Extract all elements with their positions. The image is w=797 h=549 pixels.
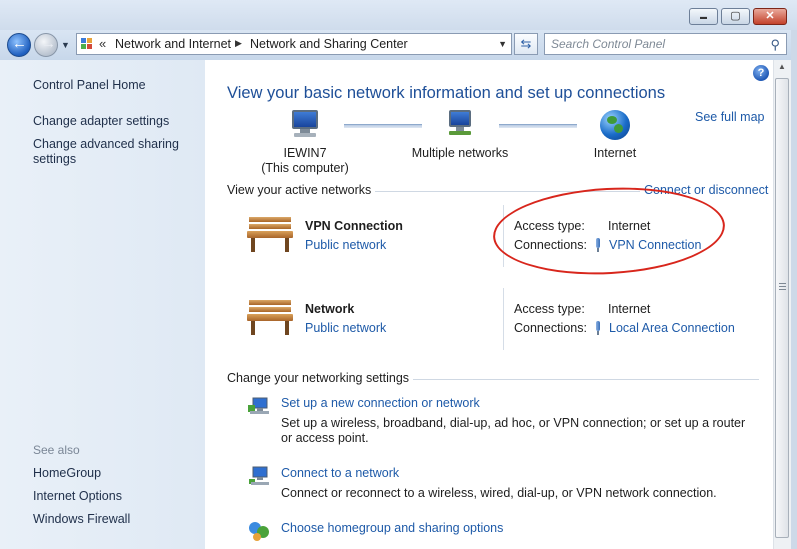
- sidebar-control-panel-home[interactable]: Control Panel Home: [33, 78, 193, 93]
- address-bar[interactable]: « Network and Internet ▶ Network and Sha…: [76, 33, 512, 55]
- title-bar: [0, 0, 797, 30]
- scroll-up-icon[interactable]: ▲: [775, 62, 789, 76]
- new-connection-icon: [248, 397, 269, 414]
- breadcrumb-network-sharing-center[interactable]: Network and Sharing Center: [250, 37, 408, 51]
- multiple-networks-label: Multiple networks: [411, 146, 509, 160]
- minimize-icon: ▬: [700, 14, 707, 21]
- homegroup-sharing-link[interactable]: Choose homegroup and sharing options: [281, 521, 503, 535]
- back-button[interactable]: ←: [7, 33, 31, 57]
- search-input[interactable]: [551, 36, 751, 52]
- sidebar-homegroup[interactable]: HomeGroup: [33, 466, 193, 481]
- ethernet-connection-icon: [594, 321, 602, 335]
- connect-to-network-description: Connect or reconnect to a wireless, wire…: [281, 486, 717, 500]
- see-also-heading: See also: [33, 443, 80, 457]
- breadcrumb-separator-icon[interactable]: ▶: [235, 38, 242, 49]
- search-box[interactable]: ⚲: [544, 33, 787, 55]
- access-type-value: Internet: [608, 302, 651, 316]
- network-category-link[interactable]: Public network: [305, 238, 386, 252]
- computer-icon: [288, 110, 322, 138]
- red-annotation-ellipse: [490, 181, 728, 281]
- forward-arrow-icon: →: [41, 35, 56, 52]
- close-button[interactable]: ✕: [753, 8, 787, 25]
- sidebar-change-adapter-settings[interactable]: Change adapter settings: [33, 114, 193, 129]
- back-arrow-icon: ←: [12, 35, 27, 52]
- maximize-button[interactable]: ▢: [721, 8, 750, 25]
- refresh-button[interactable]: ⇆: [514, 33, 538, 55]
- public-network-bench-icon: [245, 298, 295, 338]
- maximize-icon: ▢: [730, 10, 741, 22]
- connections-label: Connections:: [514, 321, 587, 335]
- local-area-connection-link[interactable]: Local Area Connection: [609, 321, 735, 335]
- help-icon[interactable]: ?: [753, 65, 769, 81]
- access-type-label: Access type:: [514, 302, 585, 316]
- public-network-bench-icon: [245, 215, 295, 255]
- recent-pages-dropdown-icon[interactable]: ▼: [61, 40, 70, 50]
- connect-to-network-link[interactable]: Connect to a network: [281, 466, 399, 480]
- sidebar-change-advanced-sharing[interactable]: Change advanced sharing settings: [33, 137, 183, 167]
- network-name: VPN Connection: [305, 219, 403, 233]
- close-icon: ✕: [765, 10, 775, 22]
- vertical-scrollbar[interactable]: ▲: [773, 60, 791, 549]
- scroll-thumb[interactable]: [775, 78, 789, 538]
- network-line: [499, 124, 577, 128]
- see-full-map-link[interactable]: See full map: [695, 110, 764, 124]
- network-category-link[interactable]: Public network: [305, 321, 386, 335]
- sidebar-internet-options[interactable]: Internet Options: [33, 489, 193, 504]
- scroll-grip: [779, 283, 786, 290]
- network-name: Network: [305, 302, 355, 316]
- sidebar: Control Panel Home Change adapter settin…: [0, 60, 205, 549]
- computer-name-label: IEWIN7: [283, 146, 327, 160]
- network-line: [344, 124, 422, 128]
- breadcrumb-network-and-internet[interactable]: Network and Internet: [115, 37, 231, 51]
- active-networks-heading: View your active networks: [227, 183, 376, 197]
- setup-new-connection-description: Set up a wireless, broadband, dial-up, a…: [281, 416, 746, 445]
- this-computer-label: (This computer): [261, 161, 349, 175]
- sidebar-windows-firewall[interactable]: Windows Firewall: [33, 512, 193, 527]
- search-icon[interactable]: ⚲: [770, 37, 780, 53]
- main-content: ? View your basic network information an…: [205, 60, 773, 549]
- forward-button[interactable]: →: [34, 33, 58, 57]
- multiple-networks-icon: [443, 110, 477, 138]
- internet-label: Internet: [593, 146, 637, 160]
- vertical-divider: [503, 288, 504, 350]
- internet-globe-icon: [600, 110, 630, 140]
- page-title: View your basic network information and …: [227, 84, 666, 102]
- window-frame: [791, 30, 797, 549]
- setup-new-connection-link[interactable]: Set up a new connection or network: [281, 396, 480, 410]
- breadcrumb-overflow-icon[interactable]: «: [99, 36, 106, 51]
- address-dropdown-icon[interactable]: ▼: [498, 39, 507, 49]
- control-panel-icon: [81, 38, 93, 50]
- homegroup-icon: [249, 522, 269, 541]
- minimize-button[interactable]: ▬: [689, 8, 718, 25]
- refresh-icon: ⇆: [520, 36, 532, 51]
- networking-settings-heading: Change your networking settings: [227, 371, 414, 385]
- connect-to-network-icon: [249, 466, 269, 485]
